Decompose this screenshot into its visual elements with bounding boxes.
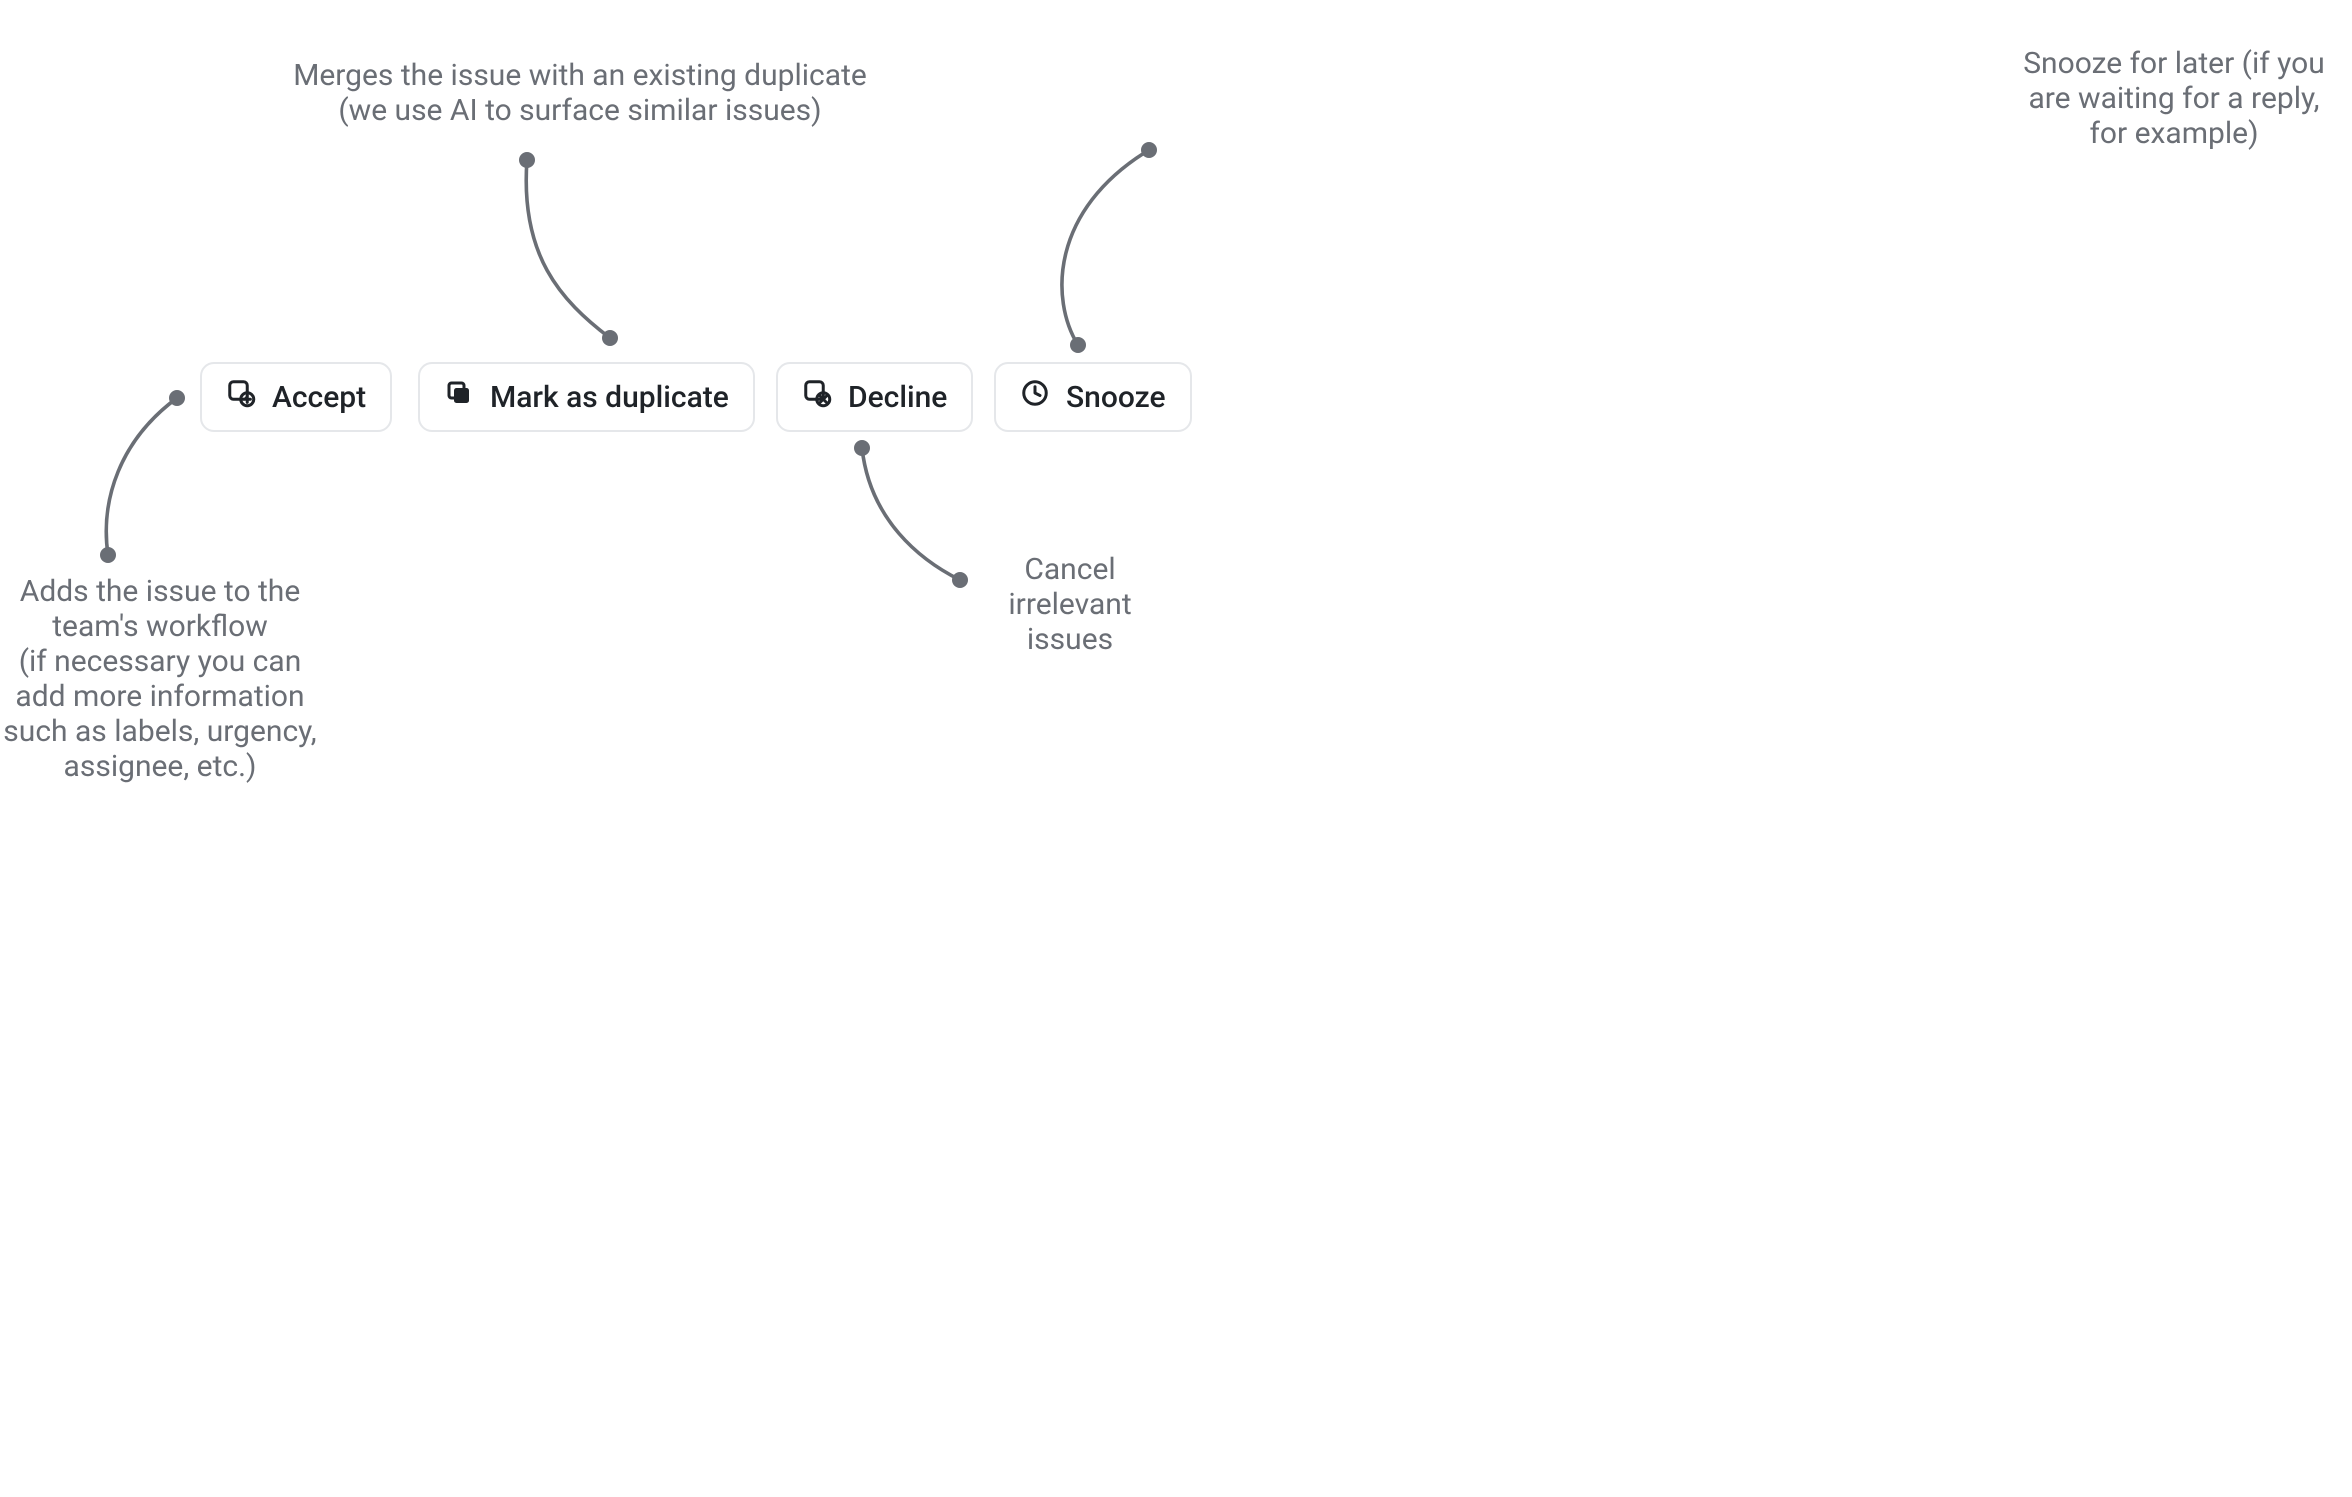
diagram-canvas: Merges the issue with an existing duplic… [0, 0, 2352, 1497]
decline-icon [802, 378, 832, 416]
accept-label: Accept [272, 380, 366, 415]
snooze-label: Snooze [1066, 380, 1166, 415]
decline-label: Decline [848, 380, 947, 415]
decline-button[interactable]: Decline [776, 362, 973, 432]
duplicate-icon [444, 378, 474, 416]
mark-duplicate-label: Mark as duplicate [490, 380, 729, 415]
accept-button[interactable]: Accept [200, 362, 392, 432]
annotation-duplicate: Merges the issue with an existing duplic… [200, 58, 960, 128]
clock-icon [1020, 378, 1050, 416]
connectors [0, 0, 2352, 1497]
snooze-button[interactable]: Snooze [994, 362, 1192, 432]
accept-icon [226, 378, 256, 416]
annotation-accept: Adds the issue to the team's workflow (i… [0, 574, 320, 785]
mark-duplicate-button[interactable]: Mark as duplicate [418, 362, 755, 432]
annotation-snooze: Snooze for later (if you are waiting for… [2004, 46, 2344, 151]
annotation-decline: Cancel irrelevant issues [990, 552, 1150, 657]
